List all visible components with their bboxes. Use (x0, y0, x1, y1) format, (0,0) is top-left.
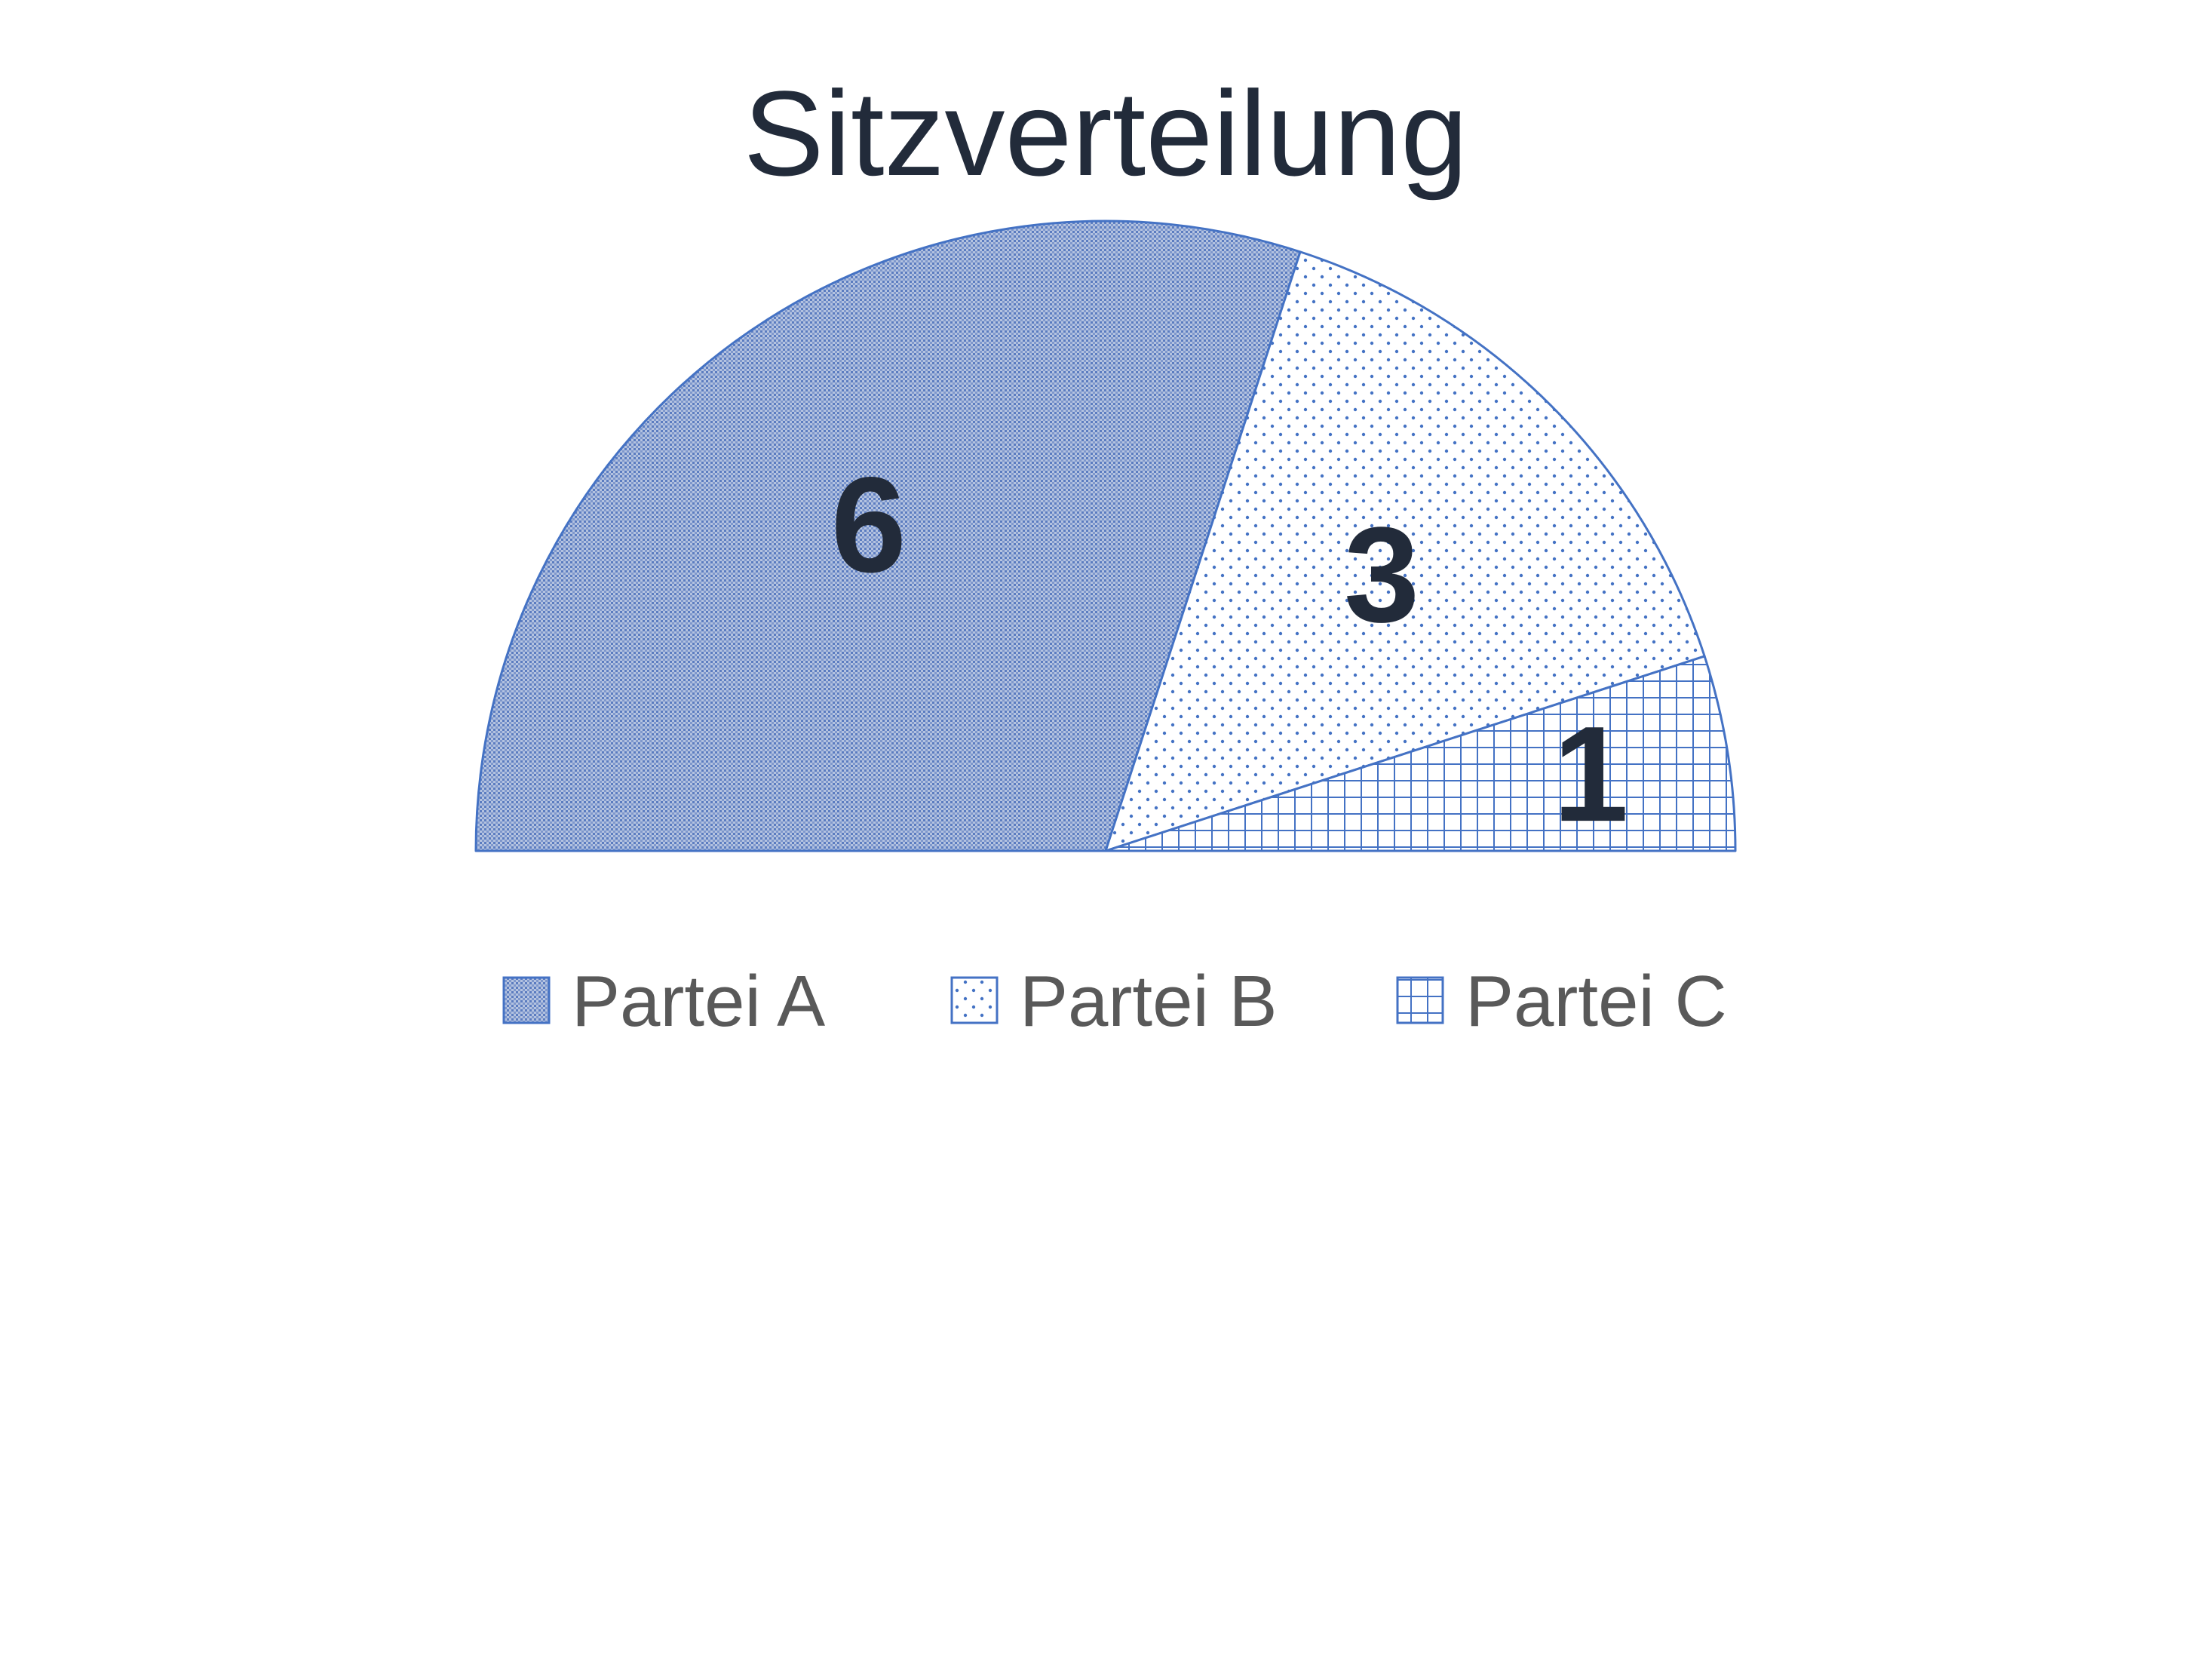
legend-swatch (502, 976, 551, 1024)
legend-label: Partei B (1020, 961, 1277, 1042)
data-label-3: 1 (1553, 699, 1628, 850)
chart: Sitzverteilung 6 31 Partei A Partei B Parte… (474, 66, 1737, 1042)
legend-item-partei-c: Partei C (1396, 961, 1727, 1042)
legend-item-partei-b: Partei B (950, 961, 1277, 1042)
legend-label: Partei A (572, 961, 825, 1042)
legend: Partei A Partei B Partei C (502, 961, 1727, 1042)
plot-area (474, 220, 1737, 852)
legend-swatch (1396, 976, 1444, 1024)
data-label-2: 3 (1344, 499, 1419, 651)
legend-swatch (950, 976, 999, 1024)
data-label-1: 6 (831, 450, 907, 601)
chart-title: Sitzverteilung (744, 66, 1468, 201)
legend-item-partei-a: Partei A (502, 961, 825, 1042)
legend-label: Partei C (1465, 961, 1727, 1042)
